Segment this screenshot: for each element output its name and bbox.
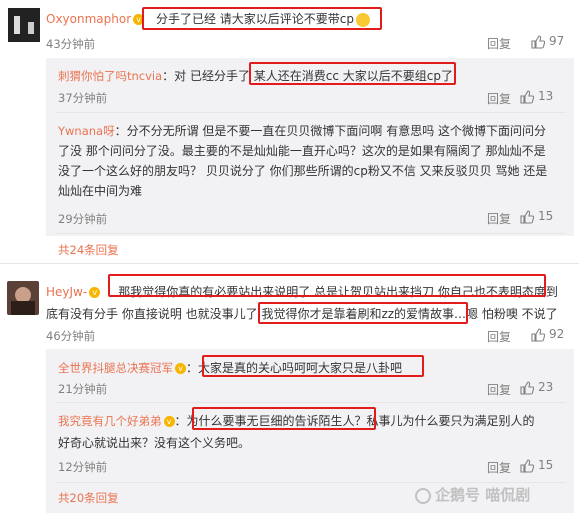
- more-replies-link[interactable]: 共20条回复: [58, 490, 119, 506]
- watermark: 企鹅号 喵侃剧: [415, 484, 530, 505]
- highlight-box: [192, 407, 376, 430]
- reply-text-line: 好奇心就说出来？没有这个义务吧。: [58, 436, 251, 450]
- verified-icon: v: [163, 416, 175, 427]
- like-count: 92: [549, 327, 565, 341]
- timestamp: 43分钟前: [46, 37, 96, 51]
- divider: [0, 263, 579, 264]
- reply-button[interactable]: 回复: [487, 328, 511, 345]
- avatar[interactable]: [7, 281, 39, 315]
- reply-username[interactable]: Ywnana呀: [58, 124, 115, 138]
- like-count: 15: [538, 209, 554, 223]
- like-count: 15: [538, 458, 554, 472]
- username[interactable]: HeyJw-: [46, 285, 87, 299]
- avatar[interactable]: [8, 8, 40, 42]
- thumbs-up-icon: [520, 209, 534, 224]
- timestamp: 12分钟前: [58, 460, 108, 474]
- highlight-box: [258, 302, 468, 324]
- more-replies-link[interactable]: 共24条回复: [58, 242, 119, 258]
- highlight-box: [142, 7, 382, 30]
- like-button[interactable]: 15: [520, 458, 553, 473]
- reply-username[interactable]: 我究竟有几个好弟弟: [58, 414, 162, 428]
- reply-username[interactable]: 刺猬你怕了吗tncvia: [58, 69, 162, 83]
- thumbs-up-icon: [531, 34, 545, 49]
- like-button[interactable]: 97: [531, 34, 564, 49]
- reply-text-line: 没了一个这么好的朋友吗？ 贝贝说分了 你们那些所谓的cp粉又不信 又来反驳贝贝 …: [58, 164, 548, 178]
- like-count: 13: [538, 89, 554, 103]
- highlight-box: [249, 62, 456, 85]
- like-button[interactable]: 13: [520, 89, 553, 104]
- like-button[interactable]: 15: [520, 209, 553, 224]
- highlight-box: [108, 274, 546, 297]
- divider: [56, 233, 566, 234]
- like-count: 23: [538, 380, 554, 394]
- reply-button[interactable]: 回复: [487, 381, 511, 398]
- verified-icon: v: [89, 287, 101, 298]
- like-count: 97: [549, 34, 565, 48]
- thumbs-up-icon: [531, 327, 545, 342]
- divider: [56, 112, 566, 113]
- timestamp: 29分钟前: [58, 212, 108, 226]
- reply-text-line: ：分不分无所谓 但是不要一直在贝贝微博下面问啊 有意思吗 这个微博下面问问分: [114, 124, 547, 138]
- reply-button[interactable]: 回复: [487, 459, 511, 476]
- reply-button[interactable]: 回复: [487, 210, 511, 227]
- thumbs-up-icon: [520, 89, 534, 104]
- like-button[interactable]: 23: [520, 380, 553, 395]
- reply-item: Ywnana呀：分不分无所谓 但是不要一直在贝贝微博下面问啊 有意思吗 这个微博…: [58, 121, 547, 201]
- reply-button[interactable]: 回复: [487, 35, 511, 52]
- divider: [56, 402, 566, 403]
- reply-text-line: 了没 那个问问分了没。最主要的不是灿灿能一直开心吗？这次的是如果有隔阂了 那灿灿…: [58, 144, 546, 158]
- divider: [56, 482, 566, 483]
- username[interactable]: Oxyonmaphor: [46, 12, 131, 26]
- reply-username[interactable]: 全世界抖腿总决赛冠军: [58, 361, 173, 375]
- reply-text-line: 灿灿在中间为难: [58, 184, 143, 198]
- timestamp: 21分钟前: [58, 382, 108, 396]
- thumbs-up-icon: [520, 380, 534, 395]
- thumbs-up-icon: [520, 458, 534, 473]
- timestamp: 37分钟前: [58, 91, 108, 105]
- timestamp: 46分钟前: [46, 329, 96, 343]
- reply-button[interactable]: 回复: [487, 90, 511, 107]
- highlight-box: [202, 355, 424, 377]
- like-button[interactable]: 92: [531, 327, 564, 342]
- verified-icon: v: [175, 363, 186, 374]
- penguin-logo-icon: [415, 487, 431, 504]
